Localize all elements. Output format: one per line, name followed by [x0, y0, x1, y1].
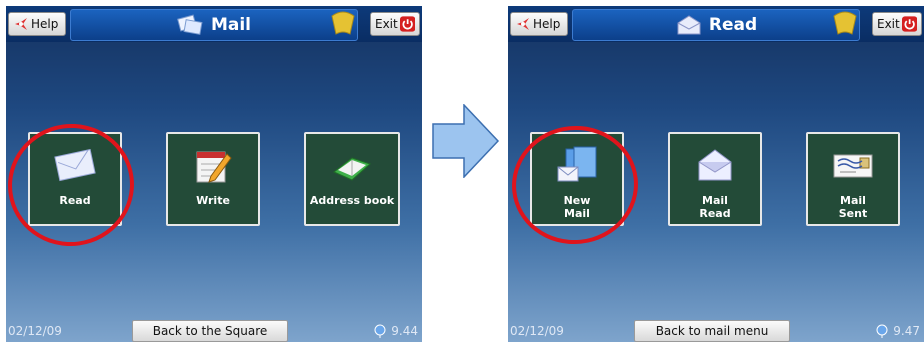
- globe-icon: [876, 324, 888, 338]
- page-title: Read: [708, 15, 758, 35]
- back-button[interactable]: Back to mail menu: [634, 320, 790, 342]
- new-mail-icon: [557, 146, 597, 182]
- exit-button[interactable]: Exit: [872, 12, 922, 36]
- envelope-icon: [54, 149, 96, 182]
- tile-label: Mail Sent: [838, 194, 868, 220]
- globe-icon: [374, 324, 386, 338]
- pencil-notepad-icon: [196, 151, 232, 183]
- mail-read-tile[interactable]: Mail Read: [668, 132, 762, 226]
- tile-label: Address book: [309, 194, 395, 207]
- open-envelope-icon: [677, 15, 701, 35]
- tile-label: Write: [196, 194, 230, 207]
- top-bar: Help Read Exit: [508, 6, 924, 42]
- back-label: Back to mail menu: [655, 324, 769, 338]
- back-label: Back to the Square: [152, 324, 268, 338]
- open-envelope-icon: [698, 149, 732, 181]
- exit-label: Exit: [375, 17, 398, 31]
- address-book-tile[interactable]: Address book: [304, 132, 400, 226]
- help-button[interactable]: Help: [8, 12, 66, 36]
- page-title: Mail: [210, 15, 252, 35]
- top-bar: Help Mail Exit: [6, 6, 422, 42]
- help-button[interactable]: Help: [510, 12, 568, 36]
- help-icon: [517, 18, 529, 30]
- exit-button[interactable]: Exit: [370, 12, 420, 36]
- read-tile[interactable]: Read: [28, 132, 122, 226]
- power-icon: [399, 16, 415, 32]
- envelopes-icon: [177, 14, 203, 35]
- exit-label: Exit: [877, 17, 900, 31]
- power-icon: [901, 16, 917, 32]
- back-button[interactable]: Back to the Square: [132, 320, 288, 342]
- status-indicator: 9.44: [373, 324, 418, 338]
- help-label: Help: [31, 17, 59, 31]
- date-label: 02/12/09: [510, 324, 564, 338]
- new-mail-tile[interactable]: New Mail: [530, 132, 624, 226]
- indicator-value: 9.44: [391, 324, 418, 338]
- page-title-bar: Mail: [70, 9, 358, 41]
- right-arrow-icon: [432, 104, 500, 178]
- seal-icon: [331, 11, 355, 35]
- help-icon: [15, 18, 27, 30]
- seal-icon: [833, 11, 857, 35]
- tile-label: Mail Read: [699, 194, 731, 220]
- page-title-bar: Read: [572, 9, 860, 41]
- date-label: 02/12/09: [8, 324, 62, 338]
- write-tile[interactable]: Write: [166, 132, 260, 226]
- mail-screen: Help Mail Exit Read Write Address book 0…: [6, 6, 422, 342]
- help-label: Help: [533, 17, 561, 31]
- tile-label: Read: [59, 194, 91, 207]
- address-book-icon: [333, 157, 371, 181]
- mail-sent-tile[interactable]: Mail Sent: [806, 132, 900, 226]
- indicator-value: 9.47: [893, 324, 920, 338]
- status-indicator: 9.47: [875, 324, 920, 338]
- sent-mail-icon: [833, 154, 873, 178]
- read-screen: Help Read Exit New Mail Mail Read Mail S…: [508, 6, 924, 342]
- tile-label: New Mail: [563, 194, 591, 220]
